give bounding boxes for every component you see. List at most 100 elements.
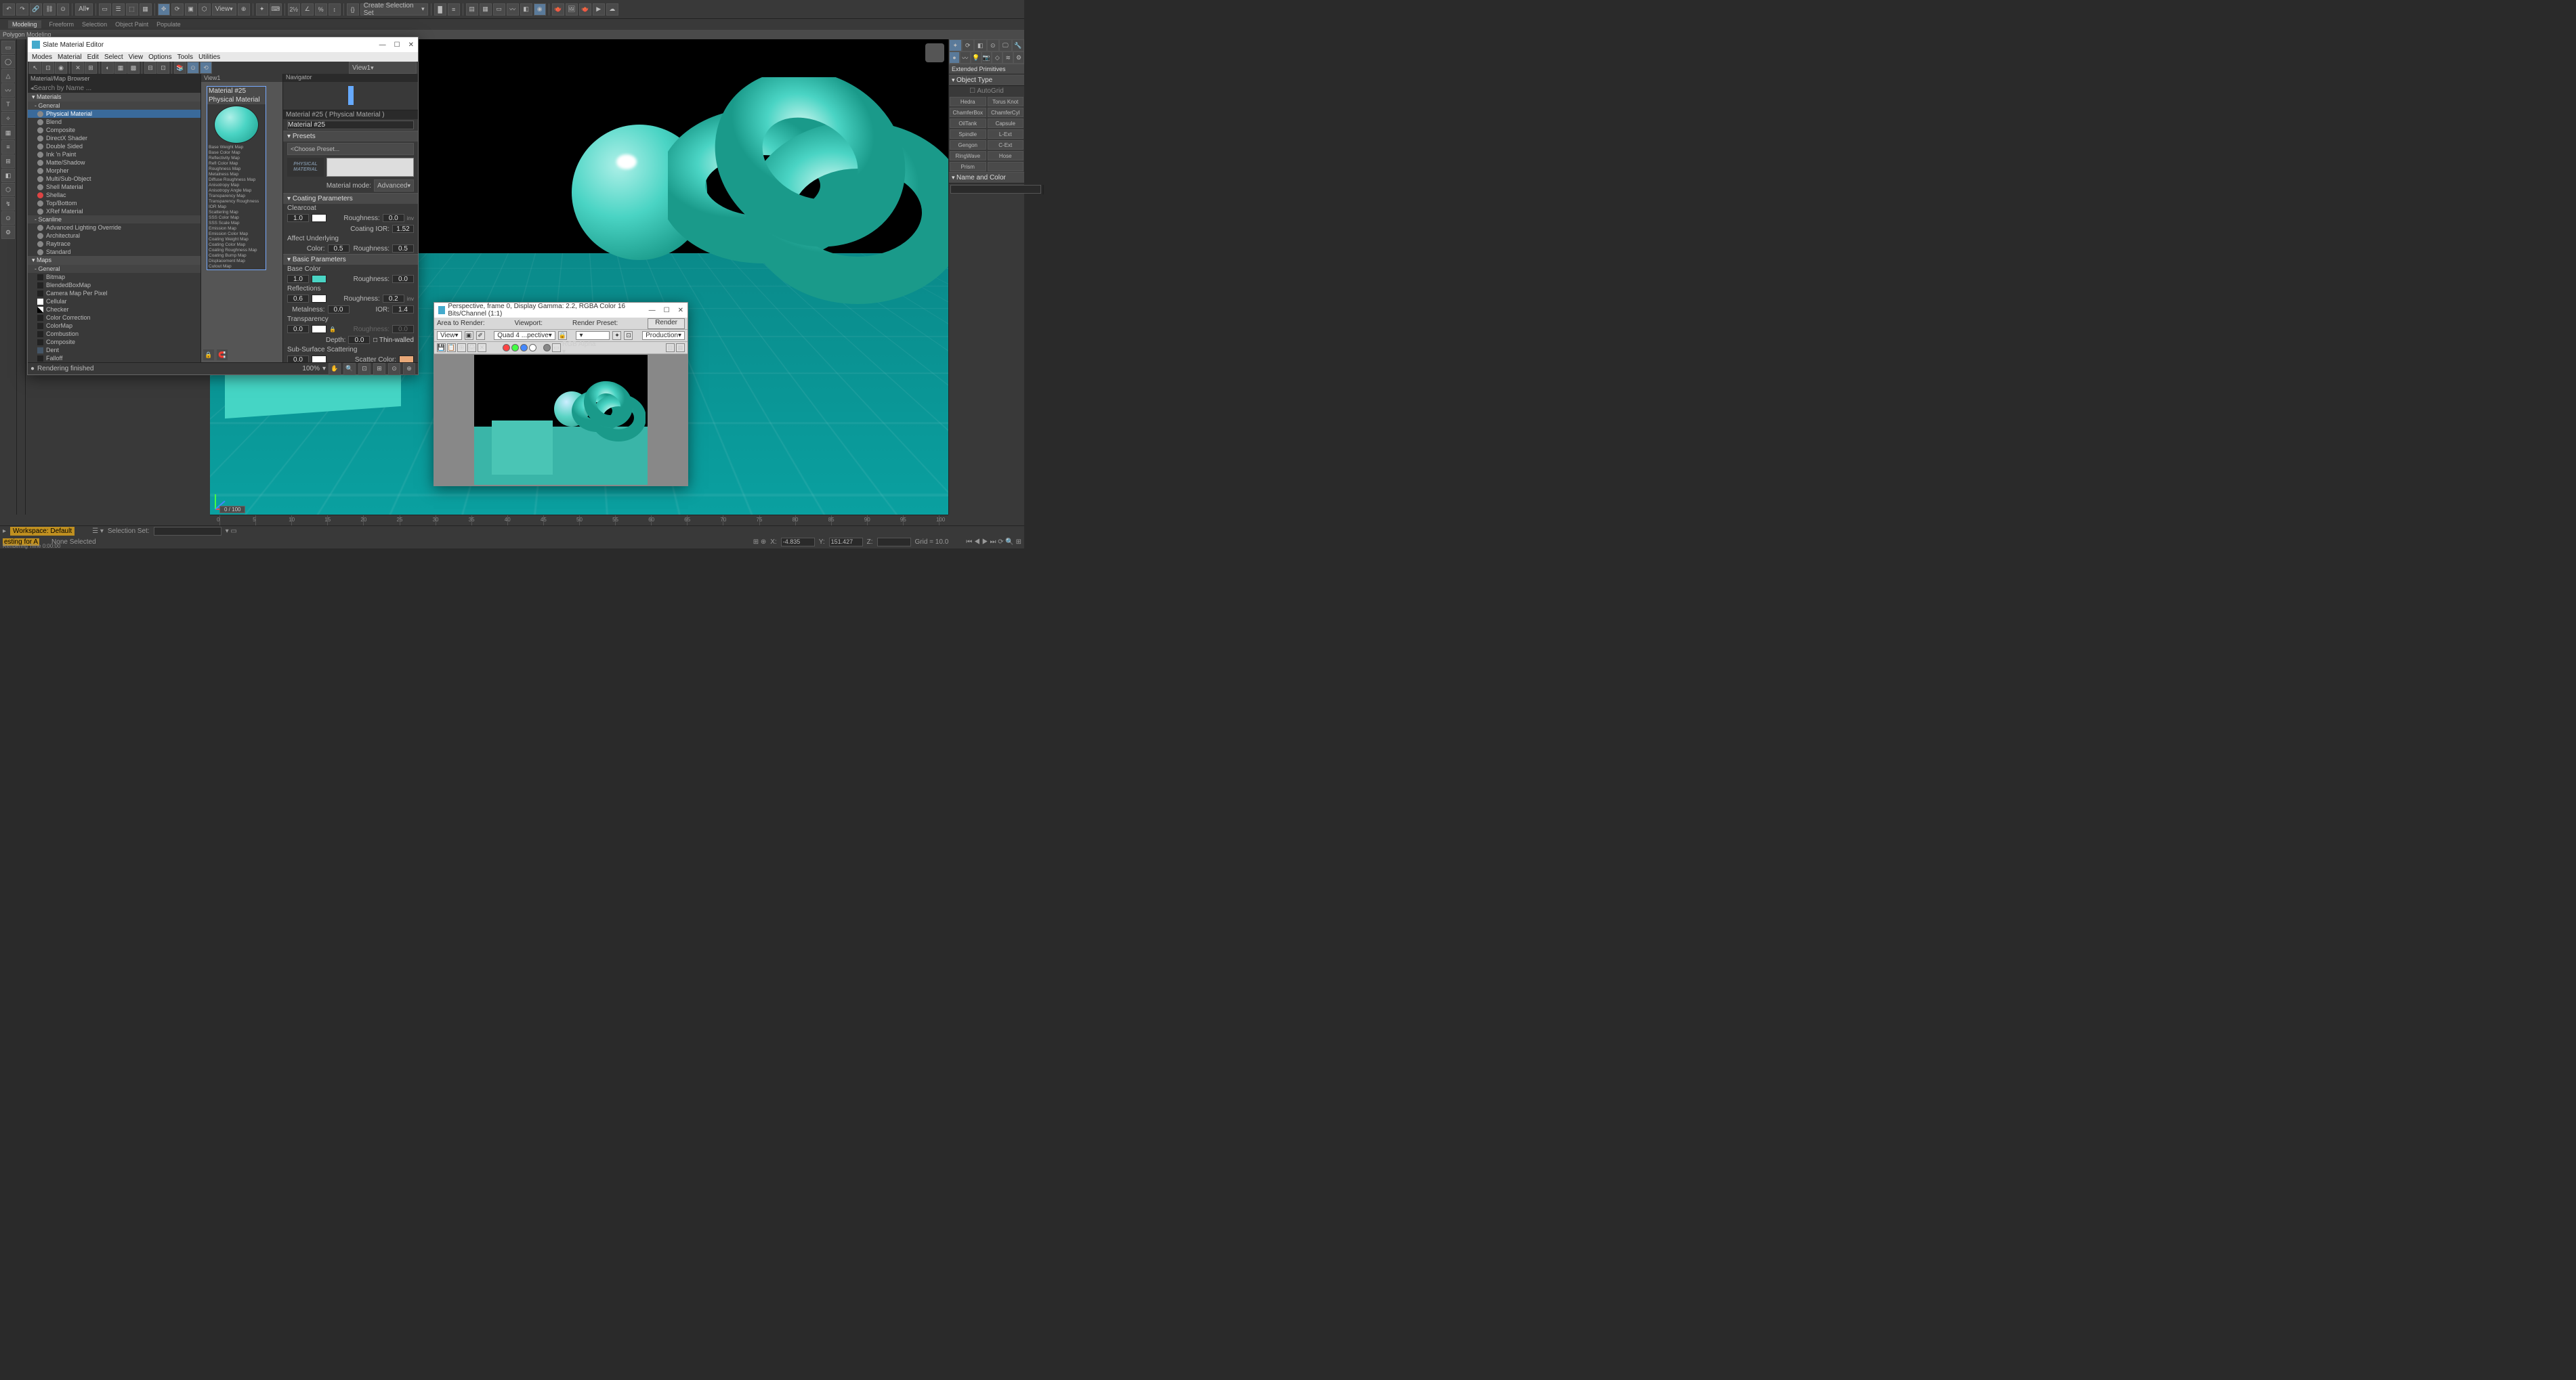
node-input-slot[interactable]: SSS Color Map bbox=[207, 215, 266, 221]
browser-item[interactable]: Top/Bottom bbox=[28, 199, 200, 207]
cat-maps[interactable]: ▾ Maps bbox=[28, 256, 200, 265]
percent-snap-icon[interactable]: % bbox=[315, 3, 327, 16]
mirror-icon[interactable]: ▐▌ bbox=[434, 3, 446, 16]
vt-icon[interactable]: ⊞ bbox=[1, 154, 15, 168]
render-cloud-icon[interactable]: ☁ bbox=[606, 3, 618, 16]
red-channel-toggle[interactable] bbox=[503, 344, 510, 351]
close-icon[interactable]: ✕ bbox=[408, 41, 414, 49]
keymode-icon[interactable]: ⌨ bbox=[270, 3, 282, 16]
space-cat-icon[interactable]: ≋ bbox=[1002, 51, 1013, 64]
system-cat-icon[interactable]: ⚙ bbox=[1013, 51, 1024, 64]
render-image-view[interactable] bbox=[434, 354, 688, 486]
display-tab-icon[interactable]: 🖵 bbox=[999, 39, 1012, 51]
browser-item[interactable]: Shell Material bbox=[28, 183, 200, 191]
node-input-slot[interactable]: Anisotropy Angle Map bbox=[207, 188, 266, 194]
workspace-label[interactable]: Workspace: Default bbox=[10, 527, 75, 536]
helper-cat-icon[interactable]: ◇ bbox=[992, 51, 1002, 64]
menu-select[interactable]: Select bbox=[104, 53, 123, 61]
curve-editor-icon[interactable]: 〰 bbox=[507, 3, 519, 16]
vt-icon[interactable]: T bbox=[1, 98, 15, 111]
minimize-icon[interactable]: — bbox=[649, 307, 656, 314]
view-tab-drop[interactable]: View1 ▾ bbox=[349, 62, 417, 74]
assign-icon[interactable]: ◉ bbox=[55, 62, 67, 74]
layout-children-icon[interactable]: ⊡ bbox=[157, 62, 169, 74]
print-icon[interactable]: 🖨 bbox=[467, 343, 476, 352]
clone-window-icon[interactable]: ⊞ bbox=[457, 343, 466, 352]
menu-view[interactable]: View bbox=[129, 53, 144, 61]
node-input-slot[interactable]: Transparency Roughness bbox=[207, 199, 266, 204]
rendered-frame-icon[interactable]: 🖼 bbox=[566, 3, 578, 16]
node-input-slot[interactable]: Transparency Map bbox=[207, 194, 266, 199]
vt-icon[interactable]: ≡ bbox=[1, 140, 15, 154]
rollout-name-color[interactable]: ▾ Name and Color bbox=[949, 172, 1024, 184]
render-button[interactable]: Render bbox=[648, 318, 685, 329]
maximize-icon[interactable]: ☐ bbox=[664, 307, 670, 314]
browser-item[interactable]: Color Correction bbox=[28, 314, 200, 322]
trans-depth-spinner[interactable]: 0.0 bbox=[348, 336, 370, 344]
light-cat-icon[interactable]: 💡 bbox=[971, 51, 981, 64]
schematic-icon[interactable]: ◧ bbox=[520, 3, 532, 16]
pivot-icon[interactable]: ⊕ bbox=[238, 3, 250, 16]
object-name-input[interactable] bbox=[950, 185, 1041, 194]
redo-icon[interactable]: ↷ bbox=[16, 3, 28, 16]
browser-item[interactable]: Composite bbox=[28, 338, 200, 346]
refcoord-drop[interactable]: View ▾ bbox=[212, 3, 236, 16]
render-titlebar[interactable]: Perspective, frame 0, Display Gamma: 2.2… bbox=[434, 303, 688, 318]
layout-all-icon[interactable]: ⊟ bbox=[144, 62, 156, 74]
base-weight-spinner[interactable]: 1.0 bbox=[287, 275, 309, 283]
snap-icon[interactable]: 2½ bbox=[288, 3, 300, 16]
channel-list-icon[interactable]: ▭ bbox=[552, 343, 561, 352]
hide-unused-icon[interactable]: ◐ bbox=[102, 62, 114, 74]
select-icon[interactable]: ▭ bbox=[99, 3, 111, 16]
ribbon-tab-selection[interactable]: Selection bbox=[82, 21, 107, 28]
menu-material[interactable]: Material bbox=[58, 53, 82, 61]
copy-image-icon[interactable]: 📋 bbox=[447, 343, 456, 352]
link-icon[interactable]: 🔗 bbox=[30, 3, 42, 16]
x-coord-input[interactable] bbox=[781, 538, 815, 546]
select-by-mat-icon[interactable]: ⊙ bbox=[187, 62, 199, 74]
browser-item[interactable]: Multi/Sub-Object bbox=[28, 175, 200, 183]
browser-item[interactable]: Combustion bbox=[28, 330, 200, 338]
create-hose-button[interactable]: Hose bbox=[988, 151, 1024, 160]
rotate-icon[interactable]: ⟳ bbox=[171, 3, 184, 16]
browser-item[interactable]: BlendedBoxMap bbox=[28, 281, 200, 289]
create-spindle-button[interactable]: Spindle bbox=[950, 129, 986, 139]
create-gengon-button[interactable]: Gengon bbox=[950, 140, 986, 150]
view-header[interactable]: View1 bbox=[201, 74, 282, 82]
browser-item[interactable]: Cellular bbox=[28, 297, 200, 305]
sss-color-swatch[interactable] bbox=[312, 355, 326, 362]
undo-icon[interactable]: ↶ bbox=[3, 3, 15, 16]
material-mode-drop[interactable]: Advanced ▾ bbox=[374, 179, 414, 192]
coating-ior-spinner[interactable]: 1.52 bbox=[392, 225, 414, 233]
align-icon[interactable]: ≡ bbox=[448, 3, 460, 16]
time-slider[interactable]: 0 / 100 05101520253035404550556065707580… bbox=[210, 515, 948, 525]
create-capsule-button[interactable]: Capsule bbox=[988, 118, 1024, 128]
put-icon[interactable]: ⊡ bbox=[42, 62, 54, 74]
ribbon-tab-freeform[interactable]: Freeform bbox=[49, 21, 75, 28]
delete-icon[interactable]: ✕ bbox=[72, 62, 84, 74]
lock-viewport-icon[interactable]: 🔒 bbox=[558, 331, 567, 340]
render-prod-icon[interactable]: 🫖 bbox=[579, 3, 591, 16]
render-iter-icon[interactable]: ▶ bbox=[593, 3, 605, 16]
create-ringwave-button[interactable]: RingWave bbox=[950, 151, 986, 160]
material-editor-icon[interactable]: ◉ bbox=[534, 3, 546, 16]
menu-edit[interactable]: Edit bbox=[87, 53, 99, 61]
manip-icon[interactable]: ✦ bbox=[256, 3, 268, 16]
show-bg-icon[interactable]: ▩ bbox=[127, 62, 140, 74]
camera-cat-icon[interactable]: 📷 bbox=[981, 51, 992, 64]
editnamed-icon[interactable]: {} bbox=[347, 3, 359, 16]
matlib-icon[interactable]: 📚 bbox=[174, 62, 186, 74]
create-torusknot-button[interactable]: Torus Knot bbox=[988, 97, 1024, 106]
browser-search-input[interactable]: ◂ Search by Name ... bbox=[28, 83, 200, 93]
pick-icon[interactable]: ↖ bbox=[29, 62, 41, 74]
node-input-slot[interactable]: Coating Roughness Map bbox=[207, 248, 266, 253]
coating-color-swatch[interactable] bbox=[312, 214, 326, 222]
unlink-icon[interactable]: ⛓ bbox=[43, 3, 56, 16]
select-rect-icon[interactable]: ⬚ bbox=[126, 3, 138, 16]
browser-item[interactable]: DirectX Shader bbox=[28, 134, 200, 142]
channel-drop[interactable]: RGB Alpha ▾ bbox=[562, 341, 596, 355]
node-input-slot[interactable]: Anisotropy Map bbox=[207, 183, 266, 188]
menu-options[interactable]: Options bbox=[148, 53, 171, 61]
inv-checkbox[interactable]: inv bbox=[407, 215, 414, 221]
pan-to-sel-icon[interactable]: ⊕ bbox=[403, 363, 415, 375]
